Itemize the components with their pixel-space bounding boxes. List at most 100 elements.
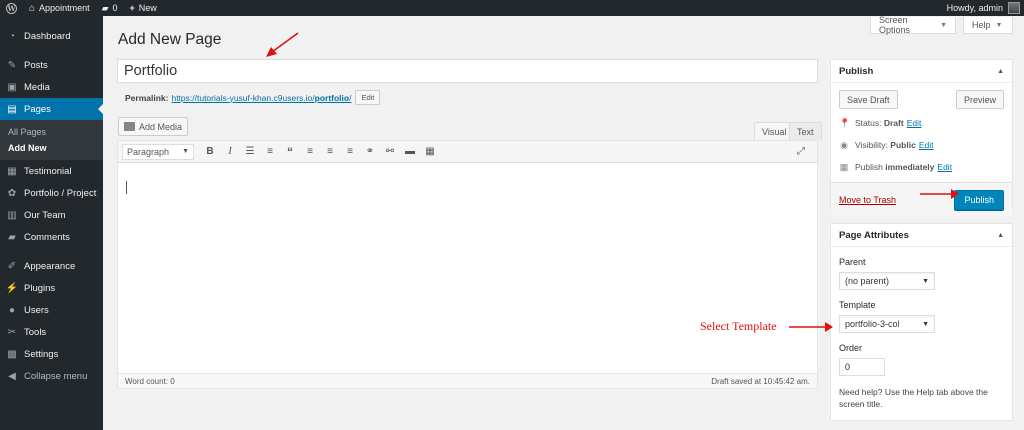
sidebar-item-label: Pages (24, 103, 51, 115)
sidebar-item-pages[interactable]: ▤ Pages (0, 98, 103, 120)
status-row: 📍 Status: Draft Edit (831, 112, 1012, 134)
sidebar-item-tools[interactable]: ✂ Tools (0, 321, 103, 343)
parent-value: (no parent) (845, 276, 890, 286)
caret-down-icon: ▼ (922, 277, 929, 285)
add-media-button[interactable]: Add Media (118, 117, 189, 136)
sidebar-item-testimonial[interactable]: ▦ Testimonial (0, 160, 103, 182)
caret-down-icon: ▼ (922, 320, 929, 328)
portfolio-icon: ✿ (7, 187, 17, 199)
publish-button[interactable]: Publish (954, 189, 1004, 210)
sidebar-item-label: Collapse menu (24, 370, 88, 382)
my-account-link[interactable]: Howdy, admin (941, 0, 1024, 16)
title-input[interactable]: Portfolio (117, 59, 818, 83)
testimonial-icon: ▦ (7, 165, 17, 177)
caret-down-icon: ▼ (940, 21, 947, 29)
sidebar-item-users[interactable]: ● Users (0, 299, 103, 321)
tab-text[interactable]: Text (789, 122, 822, 140)
permalink-row: Permalink: https://tutorials-yusuf-khan.… (125, 90, 381, 105)
save-draft-button[interactable]: Save Draft (839, 90, 898, 109)
attributes-help-text: Need help? Use the Help tab above the sc… (839, 387, 988, 409)
sidebar-item-media[interactable]: ▣ Media (0, 76, 103, 98)
comments-count: 0 (112, 3, 118, 13)
template-select[interactable]: portfolio-3-col ▼ (839, 315, 935, 333)
add-media-label: Add Media (139, 121, 183, 132)
sidebar-item-label: Users (24, 304, 49, 316)
sidebar-item-dashboard[interactable]: ◔ Dashboard (0, 25, 103, 47)
permalink-label: Permalink: (125, 92, 169, 103)
permalink-slug: portfolio (314, 92, 350, 103)
comment-icon: ▰ (8, 231, 16, 243)
site-name-link[interactable]: ⌂ Appointment (23, 0, 96, 16)
page-attributes-header[interactable]: Page Attributes ▲ (831, 224, 1012, 247)
annotation-arrow-title (266, 32, 299, 57)
content-editor[interactable]: Paragraph ▼ B I ☰ ≡ “ ≡ ≡ ≡ ⚭ ⚯ ▬ ▦ ⤢ Wor… (117, 140, 818, 389)
sidebar-item-label: Appearance (24, 260, 76, 272)
parent-label: Parent (839, 257, 866, 267)
sidebar-item-posts[interactable]: ✎ Posts (0, 54, 103, 76)
sidebar-item-label: Comments (24, 231, 70, 243)
order-input[interactable]: 0 (839, 358, 885, 376)
move-to-trash-link[interactable]: Move to Trash (839, 195, 896, 205)
parent-select[interactable]: (no parent) ▼ (839, 272, 935, 290)
sidebar-item-appearance[interactable]: ✐ Appearance (0, 255, 103, 277)
link-icon[interactable]: ⚭ (360, 146, 380, 157)
visibility-row: ◉ Visibility: Public Edit (831, 134, 1012, 156)
sidebar-item-label: Tools (24, 326, 47, 338)
publish-box-header[interactable]: Publish ▲ (831, 60, 1012, 83)
bullet-list-icon[interactable]: ☰ (240, 146, 260, 157)
numbered-list-icon[interactable]: ≡ (260, 146, 280, 157)
screen-options-label: Screen Options (879, 15, 911, 35)
collapse-arrow-icon[interactable]: ▲ (997, 68, 1004, 75)
unlink-icon[interactable]: ⚯ (380, 146, 400, 157)
pin-icon: ✎ (7, 59, 17, 71)
format-select[interactable]: Paragraph ▼ (122, 143, 194, 160)
toolbar-toggle-icon[interactable]: ▦ (420, 146, 440, 157)
page-title: Add New Page (118, 31, 222, 48)
wordpress-logo-icon: W (6, 2, 17, 14)
status-edit-link[interactable]: Edit (907, 118, 922, 128)
sidebar-item-plugins[interactable]: ⚡ Plugins (0, 277, 103, 299)
wrench-icon: ✂ (7, 326, 17, 338)
align-right-icon[interactable]: ≡ (340, 146, 360, 157)
fullscreen-icon[interactable]: ⤢ (791, 146, 811, 157)
blockquote-icon[interactable]: “ (280, 145, 300, 159)
comments-link[interactable]: ▰ 0 (96, 0, 124, 16)
settings-icon: ▩ (7, 348, 17, 360)
visibility-edit-link[interactable]: Edit (919, 140, 934, 150)
submenu-add-new[interactable]: Add New (0, 140, 103, 156)
submenu-all-pages[interactable]: All Pages (0, 124, 103, 140)
new-content-link[interactable]: + New (124, 0, 163, 16)
user-icon: ● (8, 304, 16, 316)
sidebar-item-our-team[interactable]: ▥ Our Team (0, 204, 103, 226)
sidebar-item-portfolio[interactable]: ✿ Portfolio / Project (0, 182, 103, 204)
align-center-icon[interactable]: ≡ (320, 146, 340, 157)
preview-button[interactable]: Preview (955, 90, 1004, 109)
screen-options-button[interactable]: Screen Options ▼ (870, 15, 956, 35)
collapse-menu-button[interactable]: ◀ Collapse menu (0, 365, 103, 387)
dashboard-icon: ◔ (8, 30, 16, 42)
editor-statusbar: Word count: 0 Draft saved at 10:45:42 am… (118, 373, 817, 388)
team-icon: ▥ (7, 209, 17, 221)
order-label: Order (839, 343, 863, 353)
sidebar-item-settings[interactable]: ▩ Settings (0, 343, 103, 365)
sidebar-item-comments[interactable]: ▰ Comments (0, 226, 103, 248)
greeting-text: Howdy, admin (946, 3, 1003, 13)
italic-icon[interactable]: I (220, 146, 240, 157)
schedule-row: ▦ Publish immediately Edit (831, 156, 1012, 178)
permalink-base: https://tutorials-yusuf-khan.c9users.io/ (171, 92, 315, 103)
read-more-icon[interactable]: ▬ (400, 146, 420, 157)
wp-logo-menu[interactable]: W (0, 0, 23, 16)
autosave-status: Draft saved at 10:45:42 am. (711, 376, 810, 386)
permalink-edit-button[interactable]: Edit (355, 90, 381, 105)
schedule-edit-link[interactable]: Edit (937, 162, 952, 172)
editor-toolbar: Paragraph ▼ B I ☰ ≡ “ ≡ ≡ ≡ ⚭ ⚯ ▬ ▦ ⤢ (118, 141, 817, 163)
bold-icon[interactable]: B (200, 146, 220, 157)
caret-down-icon: ▼ (182, 148, 189, 155)
align-left-icon[interactable]: ≡ (300, 146, 320, 157)
home-icon: ⌂ (29, 2, 36, 14)
permalink-link[interactable]: https://tutorials-yusuf-khan.c9users.io/… (171, 93, 351, 103)
status-value: Draft (883, 118, 904, 128)
annotation-select-template: Select Template (700, 319, 777, 333)
collapse-arrow-icon[interactable]: ▲ (997, 232, 1004, 239)
help-button[interactable]: Help ▼ (963, 17, 1013, 34)
